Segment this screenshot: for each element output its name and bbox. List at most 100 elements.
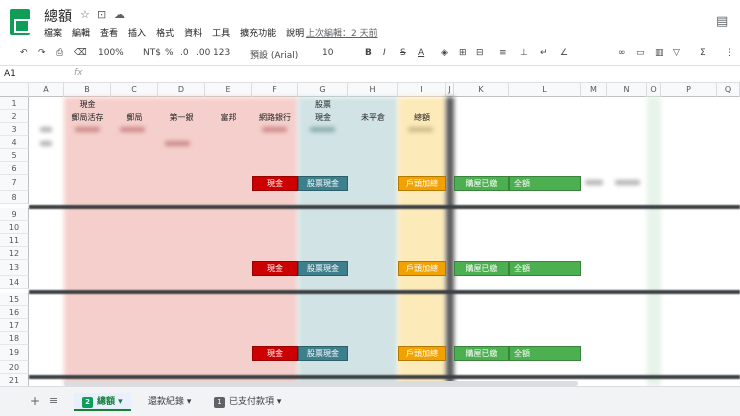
valign-icon[interactable]: ⊥ [520, 48, 528, 58]
document-title[interactable]: 總額 [44, 6, 72, 26]
row-header[interactable]: 7 [0, 175, 29, 191]
col-header-a[interactable]: A [29, 83, 64, 97]
summary-stock-cash-cell[interactable]: 股票現金 [298, 346, 348, 361]
fill-color-icon[interactable]: ◈ [441, 48, 448, 58]
filter-icon[interactable]: ▽ [673, 48, 680, 58]
col-header-i[interactable]: I [398, 83, 446, 97]
redo-icon[interactable]: ↷ [38, 48, 46, 58]
wrap-icon[interactable]: ↵ [540, 48, 548, 58]
row-header[interactable]: 21 [0, 374, 29, 386]
rotate-icon[interactable]: ∠ [560, 48, 568, 58]
tab-repayment-record[interactable]: 還款紀錄 ▾ [140, 393, 199, 411]
row-header[interactable]: 16 [0, 306, 29, 319]
col-header-b[interactable]: B [64, 83, 111, 97]
col-header-l[interactable]: L [509, 83, 581, 97]
more-formats-button[interactable]: 123 [213, 48, 230, 58]
summary-account-total-cell[interactable]: 戶頭加總 [398, 346, 446, 361]
sheet-grid[interactable]: A B C D E F G H I J K L M N O P Q 1 2 3 … [0, 83, 740, 386]
col-header-j[interactable]: J [446, 83, 454, 97]
row-header[interactable]: 11 [0, 234, 29, 247]
summary-cash-cell[interactable]: 現金 [252, 176, 298, 191]
col-header-e[interactable]: E [205, 83, 252, 97]
row-header[interactable]: 9 [0, 208, 29, 221]
col-header-q[interactable]: Q [717, 83, 740, 97]
menu-help[interactable]: 說明 [286, 26, 304, 39]
borders-icon[interactable]: ⊞ [459, 48, 467, 58]
row-header[interactable]: 12 [0, 247, 29, 260]
summary-cash-cell[interactable]: 現金 [252, 261, 298, 276]
row-header[interactable]: 5 [0, 149, 29, 162]
summary-full-amount-cell[interactable]: 全額 [509, 176, 581, 191]
menu-file[interactable]: 檔案 [44, 26, 62, 39]
percent-button[interactable]: % [165, 48, 174, 58]
row-header[interactable]: 14 [0, 276, 29, 289]
tab-paid-items[interactable]: 1 已支付款項 ▾ [206, 393, 289, 411]
row-header[interactable]: 18 [0, 332, 29, 345]
summary-account-total-cell[interactable]: 戶頭加總 [398, 261, 446, 276]
text-color-button[interactable]: A [418, 48, 424, 58]
move-icon[interactable]: ⊡ [97, 8, 106, 21]
col-header-k[interactable]: K [454, 83, 509, 97]
row-header[interactable]: 20 [0, 361, 29, 374]
summary-stock-cash-cell[interactable]: 股票現金 [298, 261, 348, 276]
col-header-h[interactable]: H [348, 83, 398, 97]
name-box[interactable]: A1 [4, 69, 16, 79]
row-header[interactable]: 8 [0, 191, 29, 204]
menu-insert[interactable]: 插入 [128, 26, 146, 39]
chevron-down-icon[interactable]: ▾ [277, 397, 282, 407]
bold-button[interactable]: B [365, 48, 372, 58]
row-header[interactable]: 19 [0, 345, 29, 361]
row-header[interactable]: 3 [0, 123, 29, 136]
col-header-d[interactable]: D [158, 83, 205, 97]
summary-full-amount-cell[interactable]: 全額 [509, 346, 581, 361]
all-sheets-icon[interactable]: ≡ [49, 394, 58, 407]
decrease-decimal-button[interactable]: .0 [180, 48, 189, 58]
paint-format-icon[interactable]: ⌫ [74, 48, 87, 58]
row-header[interactable]: 17 [0, 319, 29, 332]
col-header-n[interactable]: N [607, 83, 647, 97]
add-sheet-icon[interactable]: + [30, 394, 40, 408]
chevron-down-icon[interactable]: ▾ [118, 397, 123, 407]
menu-format[interactable]: 格式 [156, 26, 174, 39]
tab-total[interactable]: 2 總額 ▾ [74, 393, 131, 411]
align-icon[interactable]: ≡ [499, 48, 507, 58]
font-select[interactable]: 預設 (Arial) [250, 48, 298, 61]
summary-account-total-cell[interactable]: 戶頭加總 [398, 176, 446, 191]
col-header-m[interactable]: M [581, 83, 607, 97]
functions-icon[interactable]: Σ [700, 48, 706, 58]
italic-button[interactable]: I [383, 48, 386, 58]
font-size-select[interactable]: 10 [322, 48, 333, 58]
menu-edit[interactable]: 編輯 [72, 26, 90, 39]
col-header-o[interactable]: O [647, 83, 661, 97]
menu-extensions[interactable]: 擴充功能 [240, 26, 276, 39]
row-header[interactable]: 4 [0, 136, 29, 149]
sheets-logo-icon[interactable] [10, 9, 30, 35]
col-header-f[interactable]: F [252, 83, 298, 97]
comment-history-icon[interactable]: ▤ [716, 14, 728, 29]
more-icon[interactable]: ⋮ [725, 48, 734, 58]
strikethrough-button[interactable]: S [400, 48, 406, 58]
row-header[interactable]: 15 [0, 293, 29, 306]
currency-button[interactable]: NT$ [143, 48, 161, 58]
comment-icon[interactable]: ▭ [636, 48, 645, 58]
chart-icon[interactable]: ▥ [655, 48, 664, 58]
cloud-status-icon[interactable]: ☁ [114, 8, 125, 21]
row-header[interactable]: 13 [0, 260, 29, 276]
menu-tools[interactable]: 工具 [212, 26, 230, 39]
col-header-g[interactable]: G [298, 83, 348, 97]
menu-view[interactable]: 查看 [100, 26, 118, 39]
summary-house-paid-cell[interactable]: 購屋已繳 [454, 261, 509, 276]
summary-house-paid-cell[interactable]: 購屋已繳 [454, 176, 509, 191]
chevron-down-icon[interactable]: ▾ [187, 397, 192, 407]
star-icon[interactable]: ☆ [80, 8, 90, 21]
summary-full-amount-cell[interactable]: 全額 [509, 261, 581, 276]
undo-icon[interactable]: ↶ [20, 48, 28, 58]
row-header[interactable]: 6 [0, 162, 29, 175]
increase-decimal-button[interactable]: .00 [196, 48, 210, 58]
menu-data[interactable]: 資料 [184, 26, 202, 39]
link-icon[interactable]: ∞ [618, 48, 626, 58]
merge-icon[interactable]: ⊟ [476, 48, 484, 58]
last-edit-link[interactable]: 上次編輯：2 天前 [306, 26, 378, 39]
row-header[interactable]: 1 [0, 97, 29, 110]
col-header-p[interactable]: P [661, 83, 717, 97]
